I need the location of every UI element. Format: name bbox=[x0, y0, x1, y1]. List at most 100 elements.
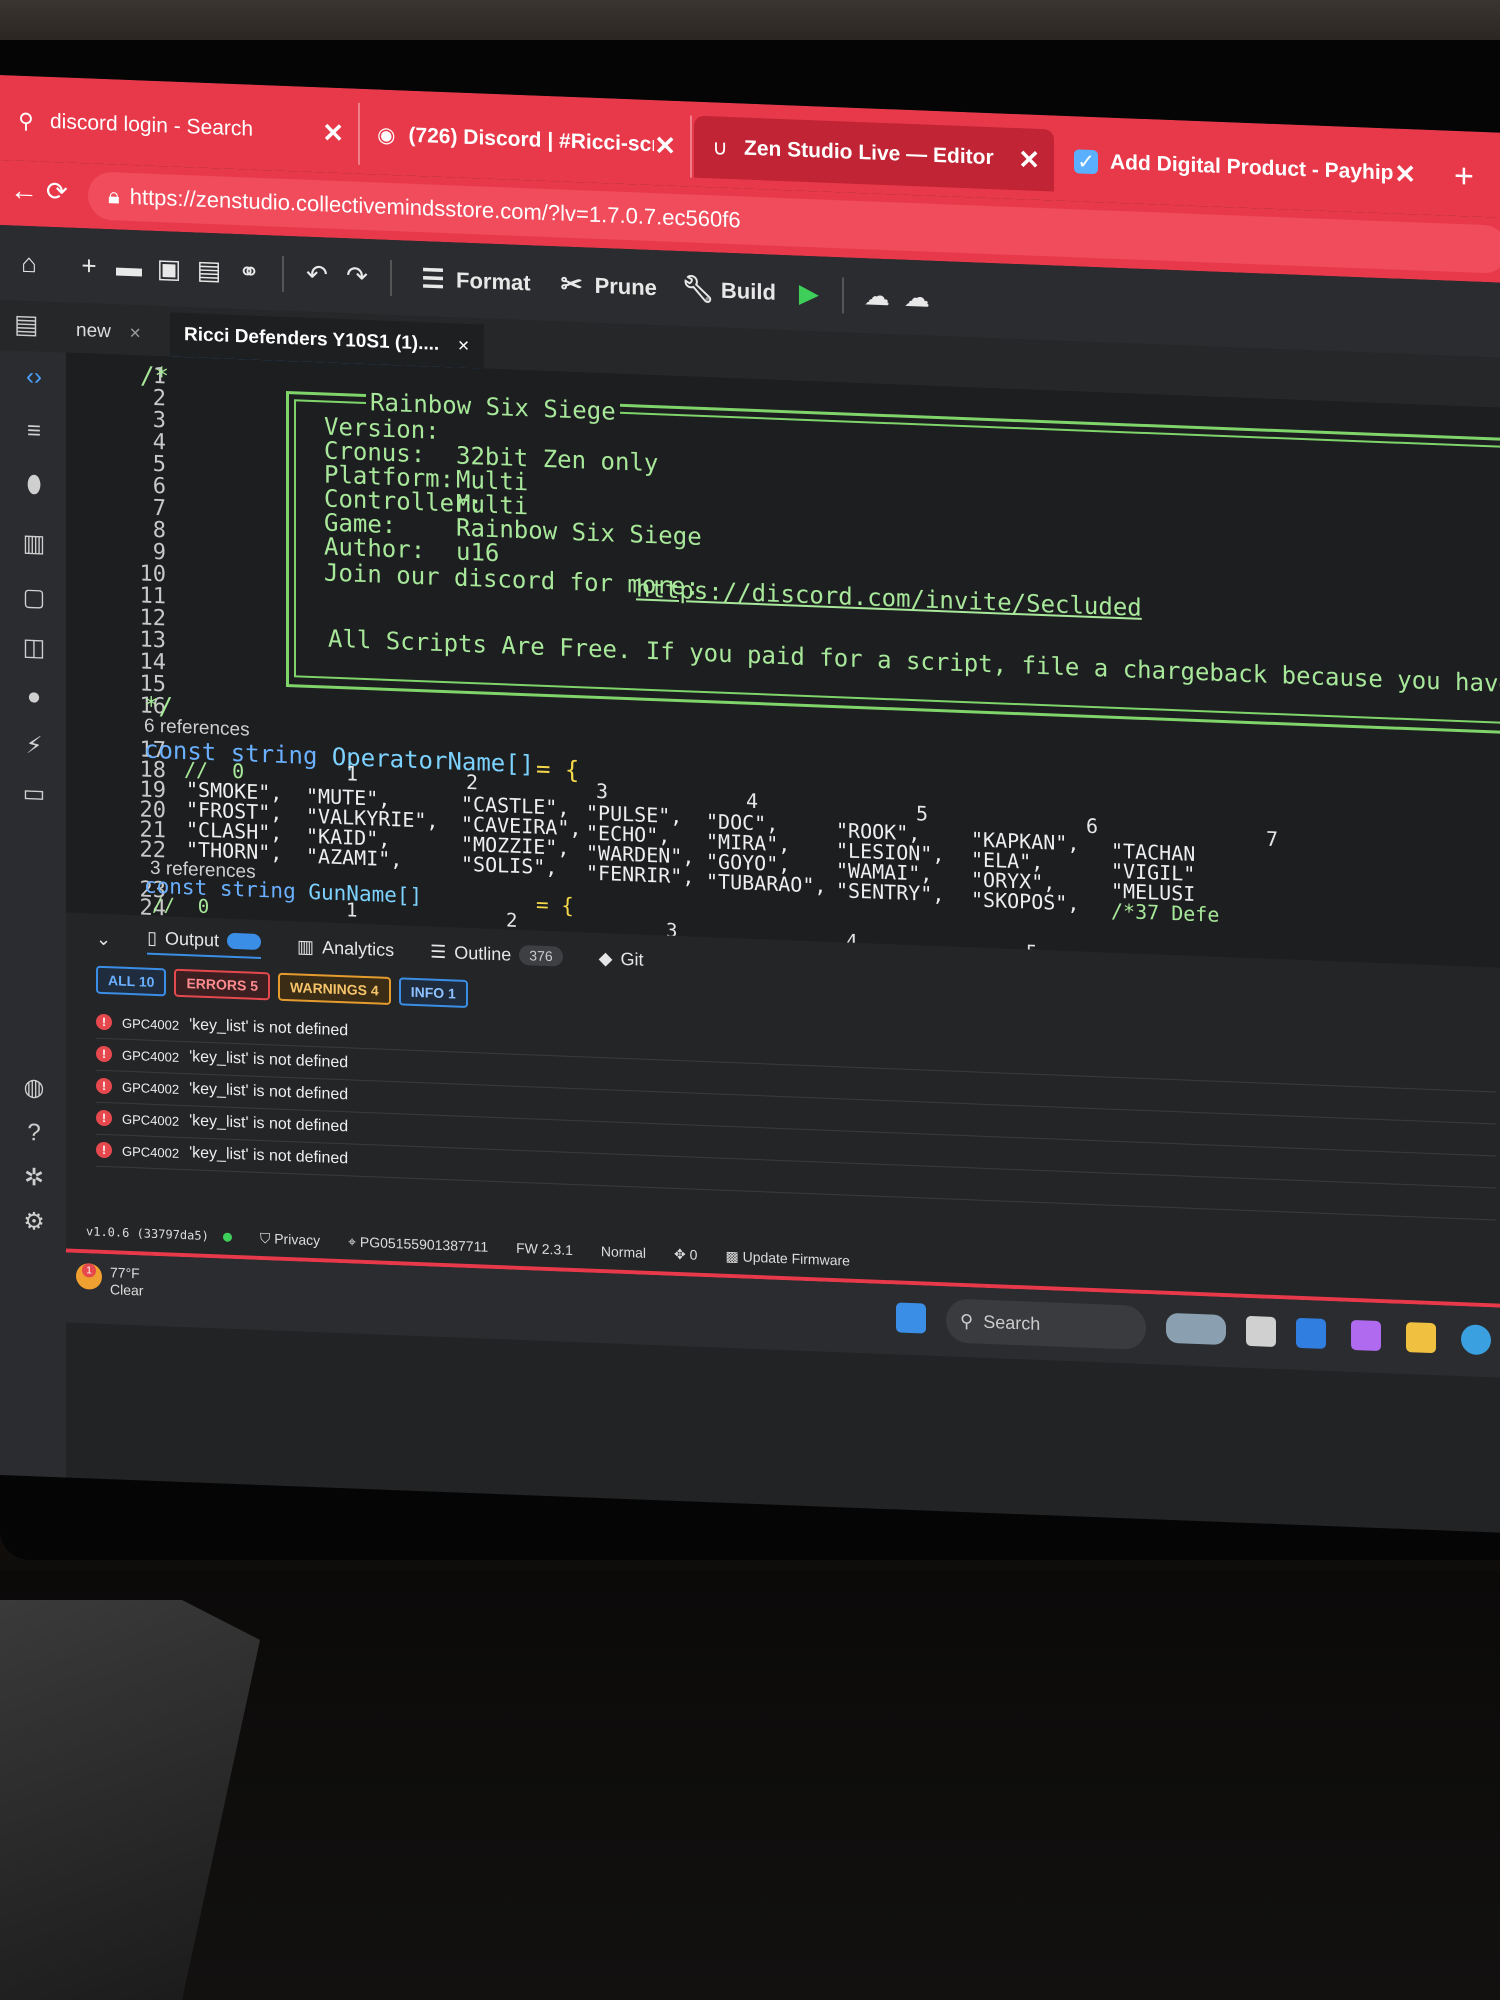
document-icon: ▯ bbox=[147, 927, 157, 948]
redo-icon[interactable]: ↷ bbox=[342, 260, 372, 292]
privacy-link[interactable]: ⛉ Privacy bbox=[260, 1229, 320, 1248]
prune-button[interactable]: ✂ Prune bbox=[549, 269, 665, 303]
close-icon[interactable]: ✕ bbox=[1394, 158, 1416, 190]
reload-icon[interactable]: ⟳ bbox=[46, 176, 68, 208]
error-code: GPC4002 bbox=[122, 1079, 180, 1097]
serial-label: PG05155901387711 bbox=[359, 1233, 489, 1255]
widgets-icon[interactable] bbox=[1166, 1312, 1226, 1346]
back-icon[interactable]: ← bbox=[10, 174, 38, 207]
shield-icon: ⛉ bbox=[259, 1229, 275, 1247]
browser-tab-zen[interactable]: ∪ Zen Studio Live — Editor ✕ bbox=[694, 115, 1054, 192]
copilot-icon[interactable] bbox=[1351, 1319, 1381, 1352]
outline-icon: ☰ bbox=[430, 941, 447, 962]
files-icon[interactable]: ▤ bbox=[14, 309, 39, 341]
edge-icon[interactable] bbox=[1461, 1324, 1491, 1356]
bug-icon[interactable]: ✲ bbox=[18, 1161, 50, 1194]
scissors-icon: ✂ bbox=[560, 268, 583, 300]
download-cloud-icon[interactable]: ☁ bbox=[862, 280, 892, 312]
filter-warnings[interactable]: WARNINGS 4 bbox=[278, 972, 391, 1006]
update-label: Update Firmware bbox=[742, 1248, 850, 1269]
tab-output[interactable]: ▯ Output bbox=[147, 927, 262, 959]
column-index: 3 bbox=[596, 778, 609, 804]
string-literal: "FENRIR", bbox=[586, 860, 695, 889]
string-literal: "SOLIS", bbox=[461, 851, 558, 880]
weather-widget[interactable]: 1 77°F Clear bbox=[76, 1262, 144, 1300]
tab-analytics[interactable]: ▥ Analytics bbox=[297, 936, 394, 961]
monitor-screen: ⚲ discord login - Search ✕ ◉ (726) Disco… bbox=[0, 75, 1500, 1533]
lock-icon: 🔒︎ bbox=[108, 183, 120, 209]
filter-all[interactable]: ALL 10 bbox=[96, 965, 167, 997]
weather-condition: Clear bbox=[110, 1281, 144, 1299]
save-icon[interactable]: ▣ bbox=[154, 253, 184, 284]
library-icon[interactable]: ▥ bbox=[18, 527, 50, 560]
new-tab-button[interactable]: + bbox=[1440, 144, 1500, 208]
firmware-label: FW 2.3.1 bbox=[516, 1239, 573, 1259]
git-icon: ◆ bbox=[598, 947, 613, 969]
assign-brace: = { bbox=[536, 754, 580, 785]
tab-label: new bbox=[76, 319, 111, 343]
monitor-icon[interactable]: ▢ bbox=[18, 581, 50, 614]
home-icon[interactable]: ⌂ bbox=[14, 248, 44, 279]
close-icon[interactable]: ✕ bbox=[654, 130, 676, 162]
close-icon[interactable]: ✕ bbox=[322, 117, 344, 149]
link-icon[interactable]: ⚭ bbox=[234, 256, 264, 287]
browser-tab-search[interactable]: ⚲ discord login - Search ✕ bbox=[0, 89, 360, 165]
taskbar-search[interactable]: ⚲ Search bbox=[946, 1298, 1146, 1351]
collapse-chevron-icon[interactable]: ⌄ bbox=[96, 928, 111, 950]
tab-git[interactable]: ◆ Git bbox=[599, 947, 644, 970]
close-icon[interactable]: ✕ bbox=[1018, 144, 1040, 176]
help-icon[interactable]: ? bbox=[18, 1117, 50, 1150]
flash-icon[interactable]: ⚡︎ bbox=[18, 729, 50, 762]
column-index: 4 bbox=[746, 788, 759, 814]
error-text: 'key_list' is not defined bbox=[189, 1080, 349, 1104]
slot-indicator[interactable]: ✥ 0 bbox=[674, 1245, 697, 1263]
save-as-icon[interactable]: ▤ bbox=[194, 255, 224, 286]
search-placeholder: Search bbox=[983, 1311, 1041, 1334]
browser-tab-discord[interactable]: ◉ (726) Discord | #Ricci-scripts ✕ bbox=[362, 102, 692, 178]
tab-label: Analytics bbox=[322, 936, 395, 960]
run-icon[interactable]: ▶ bbox=[794, 278, 824, 309]
code-editor[interactable]: 1 2 3 4 5 6 7 8 9 10 11 12 13 14 15 16 1… bbox=[66, 352, 1500, 968]
error-icon: ! bbox=[96, 1109, 112, 1127]
tab-outline[interactable]: ☰ Outline 376 bbox=[430, 941, 563, 967]
file-explorer-icon[interactable] bbox=[1406, 1322, 1436, 1354]
gamepad-icon[interactable]: ◫ bbox=[18, 631, 50, 664]
open-folder-icon[interactable]: ▬ bbox=[114, 251, 144, 283]
format-button[interactable]: ☰ Format bbox=[410, 263, 539, 298]
close-icon[interactable]: ✕ bbox=[129, 324, 142, 342]
gear-icon[interactable]: ⚙ bbox=[18, 1205, 50, 1238]
mouse-icon[interactable]: ⬮ bbox=[18, 469, 50, 502]
device-icon: ⌖ bbox=[348, 1232, 360, 1250]
string-literal: "TUBARAO", bbox=[706, 869, 827, 898]
toolbar-divider bbox=[390, 259, 392, 296]
new-file-icon[interactable]: + bbox=[74, 250, 104, 281]
version-label: v1.0.6 (33797da5) bbox=[86, 1224, 209, 1244]
windows-start-icon[interactable] bbox=[896, 1302, 926, 1334]
url-text: https://zenstudio.collectivemindsstore.c… bbox=[129, 183, 741, 233]
comment-fragment: /*37 Defe bbox=[1111, 898, 1220, 927]
update-firmware-button[interactable]: ▩ Update Firmware bbox=[725, 1247, 850, 1269]
browser-tab-payhip[interactable]: ✓ Add Digital Product - Payhip ✕ bbox=[1060, 130, 1430, 206]
tab-title: Zen Studio Live — Editor bbox=[744, 136, 994, 170]
filter-errors[interactable]: ERRORS 5 bbox=[174, 968, 271, 1001]
discord-icon[interactable]: ◍ bbox=[18, 1071, 50, 1104]
filter-info[interactable]: INFO 1 bbox=[398, 977, 468, 1008]
task-view-icon[interactable] bbox=[1246, 1315, 1276, 1348]
search-icon: ⚲ bbox=[18, 109, 34, 133]
code-icon[interactable]: ‹› bbox=[18, 361, 50, 394]
temperature: 77°F bbox=[110, 1264, 140, 1282]
editor-tab-new[interactable]: new ✕ bbox=[62, 308, 155, 356]
activity-sidebar: ‹› ≡ ⬮ ▥ ▢ ◫ ● ⚡︎ ▭ ◍ ? ✲ ⚙ bbox=[0, 350, 66, 1478]
format-label: Format bbox=[456, 267, 531, 295]
circle-icon[interactable]: ● bbox=[18, 681, 50, 714]
laptop-icon[interactable]: ▭ bbox=[18, 777, 50, 810]
tab-title: discord login - Search bbox=[50, 109, 254, 141]
build-button[interactable]: 🔧︎ Build bbox=[675, 273, 784, 307]
upload-cloud-icon[interactable]: ☁ bbox=[902, 282, 932, 313]
tab-label: Ricci Defenders Y10S1 (1).... bbox=[184, 324, 440, 355]
undo-icon[interactable]: ↶ bbox=[302, 259, 332, 290]
device-serial[interactable]: ⌖ PG05155901387711 bbox=[348, 1233, 488, 1255]
close-icon[interactable]: ✕ bbox=[457, 337, 470, 355]
store-icon[interactable] bbox=[1296, 1317, 1326, 1349]
list-icon[interactable]: ≡ bbox=[18, 415, 50, 448]
